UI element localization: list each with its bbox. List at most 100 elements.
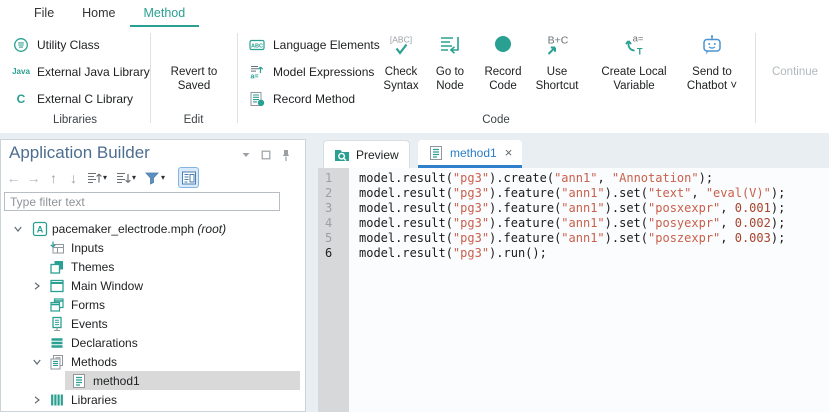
tree-item-themes[interactable]: Themes xyxy=(1,257,304,276)
move-up-in-list-button[interactable]: ▾ xyxy=(85,169,111,186)
model-expressions-button[interactable]: a= Model Expressions xyxy=(248,58,380,85)
chevron-collapsed-icon[interactable] xyxy=(32,281,42,291)
app-root-icon: A xyxy=(32,221,48,237)
tree-item-label: Declarations xyxy=(71,336,138,350)
use-shortcut-button[interactable]: B+CUse Shortcut xyxy=(529,33,585,93)
back-button[interactable]: ← xyxy=(5,169,22,186)
forward-button[interactable]: → xyxy=(25,169,42,186)
tree-item-pacemaker-electrode-mph[interactable]: Apacemaker_electrode.mph (root) xyxy=(1,219,304,238)
tree-item-suffix: (root) xyxy=(194,222,226,236)
svg-text:[ABC]: [ABC] xyxy=(390,35,412,45)
code-text: model.result("pg3").feature("ann1").set(… xyxy=(349,231,785,246)
chevron-collapsed-icon[interactable] xyxy=(32,395,42,405)
move-down-button[interactable]: ↓ xyxy=(65,169,82,186)
tree-item-method1[interactable]: method1 xyxy=(1,371,304,390)
check-syntax-button[interactable]: [ABC] Check Syntax xyxy=(377,33,425,93)
model-expressions-label: Model Expressions xyxy=(273,65,374,79)
external-java-library-button[interactable]: JavaExternal Java Library xyxy=(12,58,150,85)
ribbon-divider xyxy=(755,33,756,123)
tree-item-methods[interactable]: Methods xyxy=(1,352,304,371)
tab-label: Preview xyxy=(356,148,399,162)
close-icon[interactable]: × xyxy=(505,145,513,160)
line-number: 6 xyxy=(318,246,349,261)
utility-class-icon xyxy=(12,36,30,53)
panel-title: Application Builder xyxy=(9,143,150,163)
refresh-icon[interactable] xyxy=(288,193,305,210)
chatbot-icon xyxy=(681,33,743,63)
record-code-button[interactable]: Record Code xyxy=(477,33,529,93)
external-c-library-button[interactable]: CExternal C Library xyxy=(12,85,150,112)
revert-to-saved-button[interactable]: Revert to Saved xyxy=(161,33,227,93)
tree-item-declarations[interactable]: Declarations xyxy=(1,333,304,352)
tree-item-label: Main Window xyxy=(71,279,143,293)
goto-node-icon xyxy=(428,33,472,63)
forms-icon xyxy=(49,297,65,313)
record-method-label: Record Method xyxy=(273,92,355,106)
pin-panel-button[interactable] xyxy=(280,149,291,161)
language-elements-button[interactable]: ABCLanguage Elements xyxy=(248,31,380,58)
tree-item-events[interactable]: Events xyxy=(1,314,304,333)
chevron-down-icon[interactable]: ▾ xyxy=(132,173,136,182)
line-number: 4 xyxy=(318,216,349,231)
preview-icon xyxy=(334,147,350,163)
tree-toolbar: ←→↑↓ ▾ ▾ ▾ xyxy=(5,167,202,188)
record-method-button[interactable]: Record Method xyxy=(248,85,380,112)
move-up-button[interactable]: ↑ xyxy=(45,169,62,186)
model-expressions-icon: a= xyxy=(248,63,266,80)
menu-tab-file[interactable]: File xyxy=(20,0,68,27)
application-builder-panel: Application Builder ←→↑↓ ▾ ▾ ▾ Apacemaker_e… xyxy=(0,139,306,412)
code-line: 2model.result("pg3").feature("ann1").set… xyxy=(318,186,829,201)
go-to-node-label: Go to Node xyxy=(428,65,472,93)
menu-tab-home[interactable]: Home xyxy=(68,0,129,27)
tree-item-inputs[interactable]: Inputs xyxy=(1,238,304,257)
chevron-expanded-icon[interactable] xyxy=(32,357,42,367)
create-local-variable-button[interactable]: a=TCreate Local Variable xyxy=(592,33,676,93)
go-to-node-button[interactable]: Go to Node xyxy=(428,33,472,93)
menu-tab-method[interactable]: Method xyxy=(130,0,200,27)
filter-button[interactable]: ▾ xyxy=(143,169,169,186)
line-number: 5 xyxy=(318,231,349,246)
method-icon xyxy=(428,145,444,161)
show-panels-toggle-button[interactable] xyxy=(178,167,199,188)
check-syntax-label: Check Syntax xyxy=(377,65,425,93)
tree-libraries-icon xyxy=(49,392,65,408)
filter-input[interactable] xyxy=(4,192,280,211)
svg-text:a=: a= xyxy=(633,34,644,45)
chevron-expanded-icon[interactable] xyxy=(13,224,23,234)
utility-class-button[interactable]: Utility Class xyxy=(12,31,150,58)
float-panel-button[interactable] xyxy=(260,149,271,161)
use-shortcut-icon: B+C xyxy=(529,33,585,63)
utility-class-label: Utility Class xyxy=(37,38,100,52)
chevron-down-icon[interactable]: ▾ xyxy=(103,173,107,182)
svg-text:A: A xyxy=(37,224,44,234)
tree-item-label: pacemaker_electrode.mph (root) xyxy=(52,222,226,236)
tree-item-forms[interactable]: Forms xyxy=(1,295,304,314)
main-window-icon xyxy=(49,278,65,294)
arrow-up-icon: ↑ xyxy=(45,169,62,186)
panel-menu-button[interactable] xyxy=(240,149,251,161)
arrow-down-icon: ↓ xyxy=(65,169,82,186)
create-variable-icon: a=T xyxy=(592,33,676,63)
move-down-in-list-button[interactable]: ▾ xyxy=(114,169,140,186)
code-line: 3model.result("pg3").feature("ann1").set… xyxy=(318,201,829,216)
libraries-group: Utility Class JavaExternal Java LibraryCE… xyxy=(12,31,150,112)
chevron-down-icon: ˅ xyxy=(727,80,737,92)
code-text: model.result("pg3").run(); xyxy=(349,246,547,261)
tree-item-label: Inputs xyxy=(71,241,104,255)
chevron-down-icon[interactable]: ▾ xyxy=(161,173,165,182)
check-syntax-icon: [ABC] xyxy=(377,33,425,63)
tree-item-libraries[interactable]: Libraries xyxy=(1,390,304,409)
edit-group-label: Edit xyxy=(150,114,237,126)
continue-button[interactable]: Continue xyxy=(765,33,825,79)
code-text: model.result("pg3").feature("ann1").set(… xyxy=(349,201,785,216)
code-editor[interactable]: 1model.result("pg3").create("ann1", "Ann… xyxy=(318,168,829,412)
tree-item-label: method1 xyxy=(93,374,140,388)
events-icon xyxy=(49,316,65,332)
tab-preview[interactable]: Preview xyxy=(323,140,410,168)
tab-method1[interactable]: method1× xyxy=(418,140,522,168)
tree-item-main-window[interactable]: Main Window xyxy=(1,276,304,295)
code-group-label: Code xyxy=(237,114,755,126)
code-lines: 1model.result("pg3").create("ann1", "Ann… xyxy=(318,171,829,261)
arrow-right-icon: → xyxy=(25,169,42,186)
send-to-chatbot-button[interactable]: Send to Chatbot ˅ xyxy=(681,33,743,93)
